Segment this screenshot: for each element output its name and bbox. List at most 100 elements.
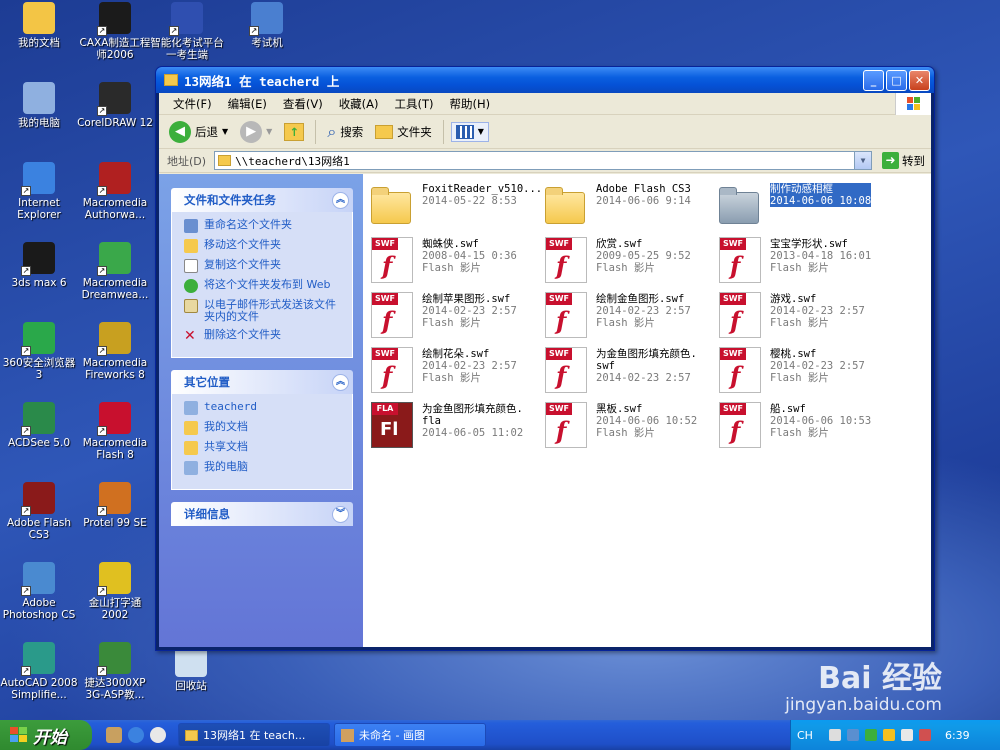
desktop-icon[interactable]: ↗ CorelDRAW 12 [76,82,154,129]
desktop-icon[interactable]: ↗ 考试机 [228,2,306,49]
task-explorer[interactable]: 13网络1 在 teach... [178,723,330,747]
desktop-icon[interactable]: ↗ CAXA制造工程师2006 [76,2,154,61]
task-publish-web[interactable]: 将这个文件夹发布到 Web [184,279,346,293]
desktop-icon[interactable]: ↗ Macromedia Flash 8 [76,402,154,461]
desktop-icon[interactable]: ↗ Macromedia Fireworks 8 [76,322,154,381]
file-name: 樱桃.swf [770,348,817,360]
address-field[interactable]: \\teacherd\13网络1 ▼ [214,151,872,170]
file-item[interactable]: SWF f 蜘蛛侠.swf 2008-04-15 0:36 Flash 影片 [371,237,543,287]
menu-view[interactable]: 查看(V) [275,94,331,114]
file-item[interactable]: SWF f 樱桃.swf 2014-02-23 2:57 Flash 影片 [719,347,891,397]
address-dropdown-icon[interactable]: ▼ [854,152,871,169]
file-label: 蜘蛛侠.swf 2008-04-15 0:36 Flash 影片 [422,237,517,287]
file-item[interactable]: 制作动感相框 2014-06-06 10:08 [719,182,891,232]
file-item[interactable]: FoxitReader_v510... 2014-05-22 8:53 [371,182,543,232]
file-item[interactable]: SWF f 黑板.swf 2014-06-06 10:52 Flash 影片 [545,402,717,452]
back-button[interactable]: ◀ 后退 ▼ [165,119,232,145]
tray-icon[interactable] [918,729,931,741]
menu-help[interactable]: 帮助(H) [442,94,499,114]
desktop-icon[interactable]: ↗ Macromedia Authorwa... [76,162,154,221]
desktop-icon[interactable]: ↗ ACDSee 5.0 [0,402,78,449]
folders-button[interactable]: 文件夹 [371,122,436,142]
maximize-button[interactable]: □ [886,70,907,91]
file-name: 为金鱼图形填充颜色. [422,403,523,415]
search-button[interactable]: ⌕ 搜索 [323,120,367,144]
other-places-header[interactable]: 其它位置 ︽ [171,370,353,394]
file-item[interactable]: SWF f 绘制金鱼图形.swf 2014-02-23 2:57 Flash 影片 [545,292,717,342]
desktop-icon[interactable]: ↗ Protel 99 SE [76,482,154,529]
menu-edit[interactable]: 编辑(E) [220,94,275,114]
task-paint[interactable]: 未命名 - 画图 [334,723,486,747]
file-item[interactable]: SWF f 宝宝学形状.swf 2013-04-18 16:01 Flash 影片 [719,237,891,287]
desktop-icon[interactable]: ↗ 智能化考试平台一考生端 [148,2,226,61]
title-bar[interactable]: 13网络1 在 teacherd 上 [156,67,934,93]
desktop-icon[interactable]: ↗ 金山打字通 2002 [76,562,154,621]
go-button[interactable]: ➜ 转到 [876,152,931,169]
start-button[interactable]: 开始 [0,720,92,750]
file-tasks-header[interactable]: 文件和文件夹任务 ︽ [171,188,353,212]
file-item[interactable]: FLA Fl 为金鱼图形填充颜色. fla 2014-06-05 11:02 [371,402,543,452]
place-my-documents[interactable]: 我的文档 [184,421,346,435]
ie-quicklaunch-icon[interactable] [128,727,144,743]
desktop-icon[interactable]: ↗ 360安全浏览器 3 [0,322,78,381]
clock[interactable]: 6:39 [945,729,970,742]
file-detail: Flash 影片 [422,262,481,274]
task-move[interactable]: 移动这个文件夹 [184,239,346,253]
shortcut-icon: ↗ [21,562,55,596]
file-item[interactable]: SWF f 游戏.swf 2014-02-23 2:57 Flash 影片 [719,292,891,342]
file-label: 为金鱼图形填充颜色. fla 2014-06-05 11:02 [422,402,523,452]
expand-icon[interactable]: ︾ [332,505,349,523]
file-item[interactable]: SWF f 绘制花朵.swf 2014-02-23 2:57 Flash 影片 [371,347,543,397]
task-email[interactable]: 以电子邮件形式发送该文件夹内的文件 [184,299,346,323]
desktop-icon[interactable]: ↗ 3ds max 6 [0,242,78,289]
desktop-icon[interactable]: ↗ AutoCAD 2008 Simplifie... [0,642,78,701]
file-item[interactable]: SWF f 船.swf 2014-06-06 10:53 Flash 影片 [719,402,891,452]
collapse-icon[interactable]: ︽ [332,191,349,209]
network-icon[interactable] [846,729,859,741]
desktop-icon[interactable]: ↗ Adobe Flash CS3 [0,482,78,541]
tray-icon[interactable] [828,729,841,741]
quicklaunch-icon[interactable] [106,727,122,743]
fla-file-icon: FLA Fl [371,402,416,448]
task-copy[interactable]: 复制这个文件夹 [184,259,346,273]
views-button[interactable]: ▼ [450,121,489,142]
minimize-button[interactable]: _ [863,70,884,91]
shortcut-icon: ↗ [21,242,55,276]
computer-icon [184,401,198,415]
file-item[interactable]: SWF f 绘制苹果图形.swf 2014-02-23 2:57 Flash 影片 [371,292,543,342]
place-shared-documents[interactable]: 共享文档 [184,441,346,455]
media-quicklaunch-icon[interactable] [150,727,166,743]
tray-icon[interactable] [882,729,895,741]
menu-file[interactable]: 文件(F) [165,94,220,114]
volume-icon[interactable] [900,729,913,741]
desktop-icon[interactable]: ↗ Macromedia Dreamwea... [76,242,154,301]
close-button[interactable]: ✕ [909,70,930,91]
file-name: 宝宝学形状.swf [770,238,848,250]
file-item[interactable]: SWF f 欣赏.swf 2009-05-25 9:52 Flash 影片 [545,237,717,287]
forward-button[interactable]: ▶ ▼ [236,119,276,145]
details-header[interactable]: 详细信息 ︾ [171,502,353,526]
other-places-panel: 其它位置 ︽ teacherd 我的文档 共享文档 我的电脑 [171,370,353,490]
menu-tools[interactable]: 工具(T) [387,94,442,114]
tray-icon[interactable] [864,729,877,741]
desktop-icon[interactable]: ↗ Internet Explorer [0,162,78,221]
task-delete[interactable]: ✕ 删除这个文件夹 [184,329,346,344]
file-item[interactable]: SWF f 为金鱼图形填充颜色. swf 2014-02-23 2:57 [545,347,717,397]
desktop-icon[interactable]: 我的电脑 [0,82,78,129]
desktop-icon-label: 我的电脑 [18,117,60,129]
desktop-icon[interactable]: ↗ Adobe Photoshop CS [0,562,78,621]
shortcut-icon: ↗ [97,642,131,676]
language-indicator[interactable]: CH [797,729,813,742]
desktop-icon[interactable]: 我的文档 [0,2,78,49]
collapse-icon[interactable]: ︽ [332,373,349,391]
up-folder-button[interactable]: ↑ [280,121,308,143]
shortcut-icon: ↗ [169,2,203,36]
desktop-icon[interactable]: ↗ 捷达3000XP 3G-ASP教... [76,642,154,701]
task-rename[interactable]: 重命名这个文件夹 [184,219,346,233]
windows-logo-icon [895,93,931,115]
menu-favorites[interactable]: 收藏(A) [331,94,387,114]
file-item[interactable]: Adobe Flash CS3 2014-06-06 9:14 [545,182,717,232]
place-teacherd[interactable]: teacherd [184,401,346,415]
desktop-icon[interactable]: 回收站 [152,645,230,692]
place-my-computer[interactable]: 我的电脑 [184,461,346,475]
